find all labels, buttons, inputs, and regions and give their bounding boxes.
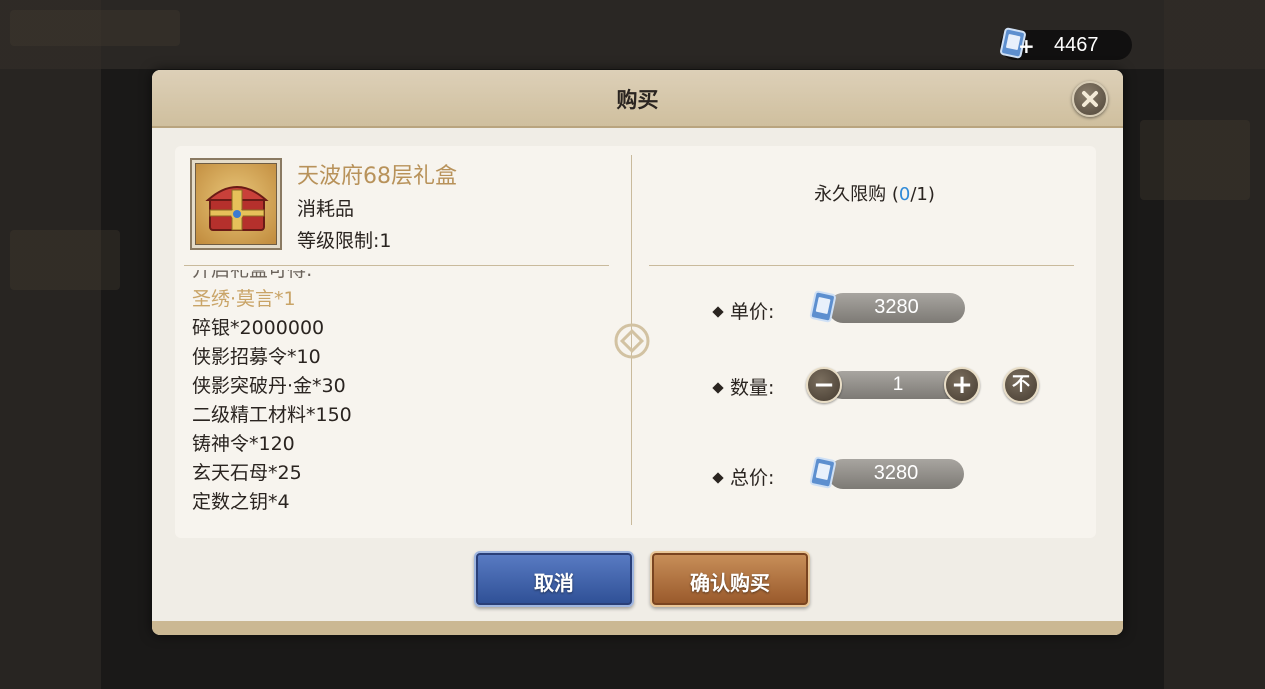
decrease-quantity-button[interactable]: − xyxy=(806,367,842,403)
close-icon[interactable] xyxy=(1072,81,1108,117)
total-price-label-text: 总价: xyxy=(730,467,775,489)
purchase-limit-current: 0 xyxy=(898,184,911,205)
dialog-title: 购买 xyxy=(616,87,659,112)
unit-price-bar: 3280 xyxy=(828,293,965,323)
list-item: 玄天石母*25 xyxy=(192,462,302,484)
item-level-limit: 等级限制:1 xyxy=(297,230,392,252)
total-price-value: 3280 xyxy=(873,462,919,484)
unit-price-value: 3280 xyxy=(874,296,919,318)
list-item: 侠影突破丹·金*30 xyxy=(192,375,346,397)
diamond-bullet-icon xyxy=(712,306,724,318)
currency-amount: 4467 xyxy=(1054,34,1099,56)
background-decor xyxy=(10,10,180,46)
minus-icon: − xyxy=(813,370,835,400)
ornament-icon xyxy=(613,322,651,360)
purchase-limit-label: 永久限购 ( xyxy=(814,184,899,205)
item-icon-frame xyxy=(190,158,282,250)
total-price-bar: 3280 xyxy=(828,459,964,489)
cancel-button[interactable]: 取消 xyxy=(474,551,634,607)
ticket-icon xyxy=(809,456,839,490)
list-item: 二级精工材料*150 xyxy=(192,404,352,426)
quantity-label-text: 数量: xyxy=(730,377,775,399)
diamond-bullet-icon xyxy=(712,382,724,394)
plus-icon: + xyxy=(951,370,973,400)
purchase-limit-total: /1) xyxy=(910,184,935,205)
background-decor xyxy=(10,230,120,290)
unit-price-label-text: 单价: xyxy=(730,301,775,323)
purchase-dialog: 购买 天波府68层礼盒 消耗品 等级限制:1 开启礼盒可得: 圣绣·莫言*1 碎… xyxy=(152,70,1123,635)
list-item: 碎银*2000000 xyxy=(192,317,325,339)
add-currency-button[interactable]: + xyxy=(1018,36,1035,56)
max-icon: 不 xyxy=(1012,374,1030,395)
item-type: 消耗品 xyxy=(297,198,355,220)
list-item: 开启礼盒可得: xyxy=(192,270,313,281)
divider-line xyxy=(649,265,1074,266)
total-price-label: 总价: xyxy=(712,463,775,490)
purchase-limit: 永久限购 (0/1) xyxy=(632,180,1117,206)
ticket-icon xyxy=(809,290,839,324)
unit-price-label: 单价: xyxy=(712,297,775,324)
cancel-button-label: 取消 xyxy=(534,571,574,595)
list-item: 定数之钥*4 xyxy=(192,491,290,513)
list-item: 侠影招募令*10 xyxy=(192,346,321,368)
list-item: 铸神令*120 xyxy=(192,433,295,455)
confirm-button-label: 确认购买 xyxy=(690,571,770,595)
contents-list[interactable]: 开启礼盒可得: 圣绣·莫言*1 碎银*2000000 侠影招募令*10 侠影突破丹·金… xyxy=(192,270,612,524)
currency-display: + 4467 xyxy=(1000,27,1132,60)
gift-box-icon xyxy=(195,163,277,245)
background-decor xyxy=(1140,120,1250,200)
divider-line xyxy=(184,265,609,266)
dialog-header: 购买 xyxy=(152,70,1123,128)
diamond-bullet-icon xyxy=(712,472,724,484)
dialog-footer xyxy=(152,621,1123,635)
item-name: 天波府68层礼盒 xyxy=(297,164,457,189)
contents-scroll-area: 开启礼盒可得: 圣绣·莫言*1 碎银*2000000 侠影招募令*10 侠影突破丹·金… xyxy=(192,270,352,517)
confirm-purchase-button[interactable]: 确认购买 xyxy=(650,551,810,607)
quantity-label: 数量: xyxy=(712,373,775,400)
list-item: 圣绣·莫言*1 xyxy=(192,288,296,310)
max-quantity-button[interactable]: 不 xyxy=(1003,367,1039,403)
increase-quantity-button[interactable]: + xyxy=(944,367,980,403)
